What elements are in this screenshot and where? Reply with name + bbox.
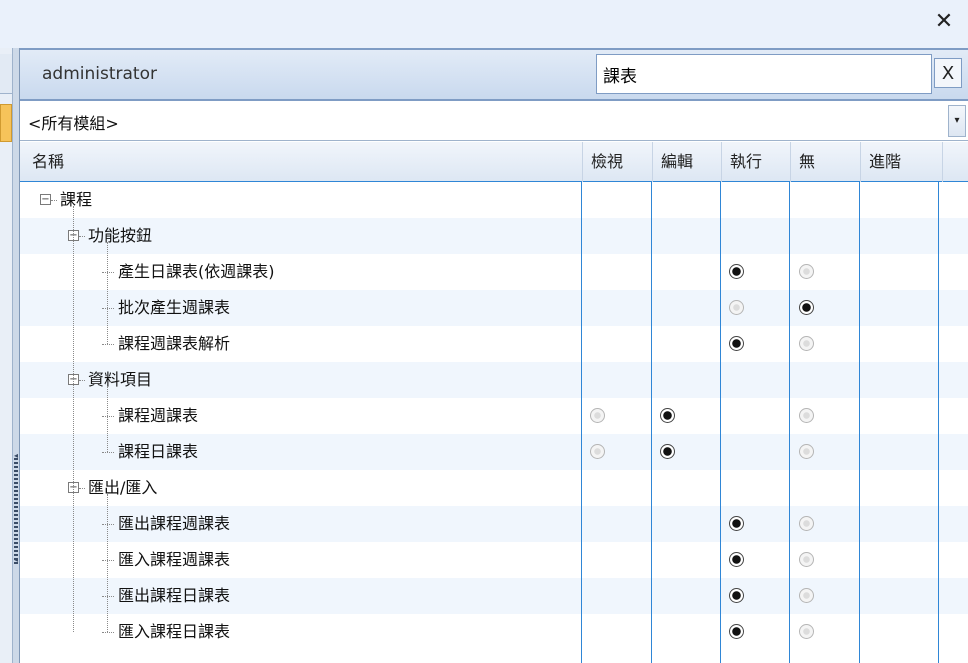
tree-node-label: 課程 xyxy=(60,190,93,209)
tree-item-row[interactable]: 匯入課程日課表 xyxy=(20,614,968,650)
left-side-tab[interactable] xyxy=(0,54,12,94)
column-header-view[interactable]: 檢視 xyxy=(582,142,652,182)
tree-connector xyxy=(102,416,114,417)
radio-selected[interactable] xyxy=(729,552,744,567)
column-header-advanced[interactable]: 進階 xyxy=(860,142,943,182)
permission-tree: − 課程 − 功能按鈕 產生日課表(依週課表) 批次產生週課表 課程週課表解析 − 資料項目 課程… xyxy=(20,182,968,663)
collapse-icon[interactable]: − xyxy=(40,194,51,205)
radio-unselected[interactable] xyxy=(799,552,814,567)
module-dropdown-value: <所有模組> xyxy=(28,114,119,133)
column-header-execute[interactable]: 執行 xyxy=(721,142,790,182)
radio-unselected[interactable] xyxy=(799,444,814,459)
tree-connector xyxy=(102,596,114,597)
tree-item-row[interactable]: 匯出課程日課表 xyxy=(20,578,968,614)
tree-connector xyxy=(102,272,114,273)
close-icon[interactable]: ✕ xyxy=(932,10,956,34)
tree-connector xyxy=(107,242,108,344)
tree-connector xyxy=(107,386,108,452)
tree-item-row[interactable]: 匯出課程週課表 xyxy=(20,506,968,542)
tree-connector xyxy=(73,206,74,632)
tree-connector xyxy=(79,380,85,381)
tree-connector xyxy=(102,632,114,633)
clear-search-button[interactable]: X xyxy=(934,58,962,88)
tree-node-label: 課程週課表解析 xyxy=(118,334,231,353)
column-divider xyxy=(859,182,860,663)
left-side-tab-active[interactable] xyxy=(0,104,12,142)
column-header-row: 名稱 檢視 編輯 執行 無 進階 xyxy=(20,142,968,182)
tree-connector xyxy=(102,308,114,309)
tree-connector xyxy=(102,524,114,525)
user-name: administrator xyxy=(42,64,157,84)
radio-selected[interactable] xyxy=(729,624,744,639)
radio-selected[interactable] xyxy=(729,588,744,603)
tree-node-label: 產生日課表(依週課表) xyxy=(118,262,275,281)
panel-splitter[interactable] xyxy=(12,48,20,663)
radio-selected[interactable] xyxy=(729,516,744,531)
radio-selected[interactable] xyxy=(799,300,814,315)
radio-unselected[interactable] xyxy=(799,408,814,423)
tree-item-row[interactable]: 課程週課表解析 xyxy=(20,326,968,362)
radio-unselected[interactable] xyxy=(799,264,814,279)
tree-item-row[interactable]: 匯入課程週課表 xyxy=(20,542,968,578)
tree-connector xyxy=(107,494,108,632)
tree-node-label: 匯入課程日課表 xyxy=(118,622,231,641)
chevron-down-icon[interactable]: ▾ xyxy=(948,105,966,137)
tree-group-row[interactable]: − 資料項目 xyxy=(20,362,968,398)
tree-connector xyxy=(51,200,57,201)
column-divider xyxy=(651,182,652,663)
radio-unselected[interactable] xyxy=(729,300,744,315)
panel-header: administrator X xyxy=(20,48,968,101)
tree-node-label: 匯出課程日課表 xyxy=(118,586,231,605)
tree-node-label: 功能按鈕 xyxy=(88,226,153,245)
radio-unselected[interactable] xyxy=(799,588,814,603)
column-divider xyxy=(789,182,790,663)
column-header-name[interactable]: 名稱 xyxy=(20,142,582,182)
radio-unselected[interactable] xyxy=(799,336,814,351)
radio-selected[interactable] xyxy=(660,444,675,459)
radio-selected[interactable] xyxy=(729,264,744,279)
splitter-left-arrow-icon-bottom[interactable]: ◂ xyxy=(12,556,20,564)
search-input[interactable] xyxy=(596,54,932,94)
tree-group-row[interactable]: − 匯出/匯入 xyxy=(20,470,968,506)
tree-item-row[interactable]: 課程日課表 xyxy=(20,434,968,470)
tree-item-row[interactable]: 批次產生週課表 xyxy=(20,290,968,326)
radio-selected[interactable] xyxy=(729,336,744,351)
tree-group-row[interactable]: − 課程 xyxy=(20,182,968,218)
column-divider xyxy=(938,182,939,663)
tree-node-label: 匯出課程週課表 xyxy=(118,514,231,533)
tree-connector xyxy=(102,344,114,345)
splitter-grip-icon[interactable] xyxy=(14,458,18,564)
tree-node-label: 匯出/匯入 xyxy=(88,478,158,497)
radio-unselected[interactable] xyxy=(590,408,605,423)
tree-node-label: 匯入課程週課表 xyxy=(118,550,231,569)
module-dropdown[interactable]: <所有模組> ▾ xyxy=(20,101,968,141)
radio-unselected[interactable] xyxy=(799,516,814,531)
tree-group-row[interactable]: − 功能按鈕 xyxy=(20,218,968,254)
tree-node-label: 資料項目 xyxy=(88,370,153,389)
tree-item-row[interactable]: 產生日課表(依週課表) xyxy=(20,254,968,290)
column-header-edit[interactable]: 編輯 xyxy=(652,142,721,182)
permission-panel: administrator X <所有模組> ▾ 名稱 檢視 編輯 執行 無 進… xyxy=(20,48,968,663)
column-header-none[interactable]: 無 xyxy=(790,142,860,182)
tree-node-label: 課程日課表 xyxy=(118,442,199,461)
tree-node-label: 課程週課表 xyxy=(118,406,199,425)
tree-connector xyxy=(79,236,85,237)
tree-item-row[interactable]: 課程週課表 xyxy=(20,398,968,434)
tree-node-label: 批次產生週課表 xyxy=(118,298,231,317)
title-bar: ✕ xyxy=(0,0,968,48)
column-divider xyxy=(581,182,582,663)
radio-unselected[interactable] xyxy=(590,444,605,459)
tree-connector xyxy=(102,452,114,453)
tree-connector xyxy=(102,560,114,561)
column-divider xyxy=(720,182,721,663)
radio-selected[interactable] xyxy=(660,408,675,423)
radio-unselected[interactable] xyxy=(799,624,814,639)
tree-connector xyxy=(79,488,85,489)
